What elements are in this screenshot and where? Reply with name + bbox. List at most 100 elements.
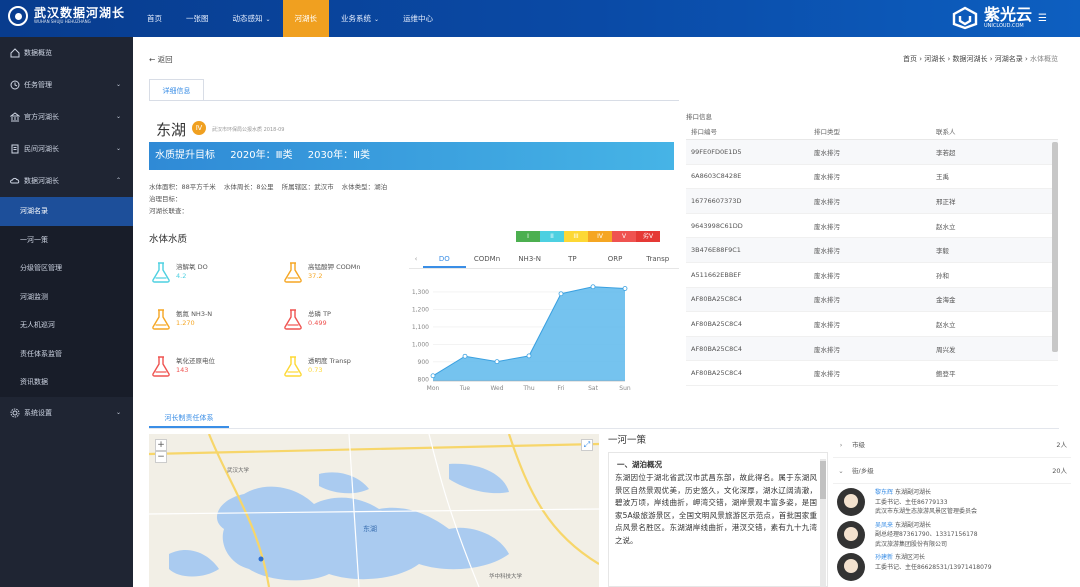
sidebar-subitem-0[interactable]: 河湖名录 [0, 197, 133, 226]
table-row[interactable]: AF80BA25C8C4 废水排污 金海金 [686, 287, 1058, 313]
sidebar-subitem-5[interactable]: 责任体系监管 [0, 339, 133, 368]
breadcrumb-item[interactable]: 河湖长 [924, 55, 945, 63]
sidebar-subitem-1[interactable]: 一河一策 [0, 225, 133, 254]
sidebar-item-label: 官方河湖长 [24, 113, 59, 121]
table-row[interactable]: AF80BA25C8C4 废水排污 周兴发 [686, 336, 1058, 362]
sidebar-item-0[interactable]: 数据概览 [0, 37, 133, 69]
do-trend-chart: 800 900 1,000 1,100 1,200 1,300 Mon Tue Wed Thu Fr… [412, 284, 631, 392]
table-cell: 16776607373D [691, 196, 742, 205]
table-header: 排口编号 排口类型 联系人 [686, 122, 1058, 140]
sidebar-subitem-4[interactable]: 无人机巡河 [0, 311, 133, 340]
tree-level-name: 市级 [852, 441, 865, 449]
table-row[interactable]: 6A8603C8428E 废水排污 王禹 [686, 165, 1058, 190]
sidebar-item-settings[interactable]: 系统设置 ⌄ [0, 397, 133, 429]
metric-text: 溶解氧 DO 4.2 [176, 263, 208, 281]
sidebar-subitem-6[interactable]: 资讯数据 [0, 368, 133, 397]
column-header: 联系人 [936, 127, 956, 136]
table-row[interactable]: 99FE0FD0E1D5 废水排污 李若超 [686, 140, 1058, 165]
table-cell: 9643998C61DD [691, 221, 743, 230]
sidebar-subitem-3[interactable]: 河湖监测 [0, 282, 133, 311]
metric-name: 高锰酸钾 CODMn [308, 263, 361, 271]
breadcrumb-item[interactable]: 河湖名录 [995, 55, 1023, 63]
sidebar-item-1[interactable]: 任务管理 ⌄ [0, 69, 133, 101]
table-cell: 99FE0FD0E1D5 [691, 147, 742, 156]
zoom-in-button[interactable]: + [155, 439, 167, 451]
app-logo[interactable]: 武汉数据河湖长 WUHAN SHUJU HEHUZHANG [8, 6, 125, 26]
sidebar-item-4[interactable]: 数据河湖长 ⌃ [0, 165, 133, 197]
home-icon [10, 48, 20, 58]
person-card[interactable]: 孙建新 东湖区河长 工委书记、主任86628531/13971418079 [833, 549, 1071, 581]
policy-heading: 一、湖泊概况 [617, 460, 662, 469]
table-row[interactable]: 3B476E88F9C1 废水排污 李毅 [686, 238, 1058, 263]
metric-value: 0.73 [308, 366, 323, 374]
sidebar-item-label: 任务管理 [24, 81, 52, 89]
fullscreen-icon[interactable]: ⤢ [581, 439, 593, 451]
table-cell: 赵水立 [936, 320, 956, 329]
lake-map[interactable]: 东湖 武汉大学 华中科技大学 + − ⤢ [149, 434, 599, 587]
tree-toggle-icon[interactable]: ⌄ [833, 458, 849, 483]
person-name[interactable]: 吴凤来 [875, 522, 893, 529]
breadcrumb-item[interactable]: 首页 [903, 55, 917, 63]
chart-tab-3[interactable]: TP [551, 250, 594, 268]
breadcrumb-item[interactable]: 数据河湖长 [953, 55, 988, 63]
tree-row[interactable]: › 市级 2人 [833, 432, 1071, 458]
data-source-note: 武汉市环保局公报水质 2018-09 [212, 127, 285, 133]
tab-responsibility-system[interactable]: 河长制责任体系 [149, 408, 229, 428]
table-row[interactable]: 9643998C61DD 废水排污 赵水立 [686, 214, 1058, 239]
outfall-scrollbar[interactable] [1052, 142, 1058, 352]
metric-item: 氨氮 NH3-N 1.270 [151, 308, 212, 330]
lake-info: 水体面积：88平方千米 水体周长：8公里 所属辖区：武汉市 水体类型：湖泊 治理… [149, 181, 393, 217]
person-name[interactable]: 孙建新 [875, 554, 893, 561]
avatar [837, 488, 865, 516]
person-name[interactable]: 黎东辉 [875, 489, 893, 496]
notebook-icon [11, 144, 19, 154]
table-cell: 废水排污 [814, 296, 840, 305]
table-cell: AF80BA25C8C4 [691, 344, 742, 353]
chart-tab-2[interactable]: NH3-N [508, 250, 551, 268]
nav-label: 业务系统 [341, 14, 372, 23]
chart-tab-4[interactable]: ORP [594, 250, 637, 268]
water-quality-title: 水体水质 [149, 234, 188, 245]
sidebar-subitem-2[interactable]: 分级管区管理 [0, 254, 133, 283]
tab-details[interactable]: 详细信息 [149, 79, 204, 101]
person-card[interactable]: 吴凤来 东湖副河湖长 副总经理87361790、13317156178 武汉旅游集团… [833, 517, 1071, 550]
back-link[interactable]: ← 返回 [149, 54, 173, 65]
nav-label: 运维中心 [403, 14, 434, 23]
nav-item-3[interactable]: 河湖长 [282, 0, 330, 37]
nav-item-5[interactable]: 运维中心 [391, 0, 445, 37]
logo-subtitle: WUHAN SHUJU HEHUZHANG [34, 19, 91, 24]
zoom-out-button[interactable]: − [155, 451, 167, 463]
chief-tree: › 市级 2人 ⌄ 街/乡级 20人 黎东辉 东湖副河湖长 工委书记、主任86779133 武汉… [833, 432, 1071, 587]
table-cell: 废水排污 [814, 222, 840, 231]
map-canvas [149, 434, 599, 587]
policy-content[interactable]: 一、湖泊概况 东湖因位于湖北省武汉市武昌东部，故此得名。属于东湖风景区自然景观优… [608, 452, 828, 587]
chart-tab-5[interactable]: Transp [636, 250, 679, 268]
person-card[interactable]: 黎东辉 东湖副河湖长 工委书记、主任86779133 武汉市东湖生态旅游风景区管理委… [833, 484, 1071, 517]
chart-tab-0[interactable]: DO [423, 250, 466, 268]
tree-row[interactable]: ⌄ 街/乡级 20人 [833, 458, 1071, 484]
table-cell: 赵水立 [936, 222, 956, 231]
sidebar-item-3[interactable]: 民间河湖长 ⌄ [0, 133, 133, 165]
nav-item-2[interactable]: 动态感知 ⌄ [221, 0, 283, 37]
nav-item-0[interactable]: 首页 [135, 0, 174, 37]
table-row[interactable]: AF80BA25C8C4 废水排污 赵水立 [686, 312, 1058, 337]
chart-tab-1[interactable]: CODMn [466, 250, 509, 268]
table-cell: 李毅 [936, 247, 949, 256]
sidebar-item-2[interactable]: 官方河湖长 ⌄ [0, 101, 133, 133]
water-grade-badge: Ⅳ [192, 121, 206, 135]
chevron-left-icon[interactable]: ‹ [409, 255, 423, 263]
menu-icon[interactable]: ☰ [1038, 13, 1047, 24]
table-row[interactable]: AF80BA25C8C4 废水排污 鲍登平 [686, 361, 1058, 386]
map-label-lake: 东湖 [363, 525, 377, 533]
chart-tabs: ‹ DO CODMn NH3-N TP ORP Transp [409, 250, 679, 268]
policy-scroll-thumb[interactable] [820, 461, 826, 499]
nav-label: 一张图 [186, 14, 209, 23]
table-cell: A511662EBBEF [691, 270, 742, 279]
table-row[interactable]: 16776607373D 废水排污 邢正祥 [686, 189, 1058, 214]
tab-divider [149, 100, 679, 101]
tree-toggle-icon[interactable]: › [833, 432, 849, 457]
nav-label: 动态感知 [232, 14, 263, 23]
nav-item-4[interactable]: 业务系统 ⌄ [329, 0, 391, 37]
table-row[interactable]: A511662EBBEF 废水排污 孙和 [686, 263, 1058, 288]
nav-item-1[interactable]: 一张图 [174, 0, 221, 37]
